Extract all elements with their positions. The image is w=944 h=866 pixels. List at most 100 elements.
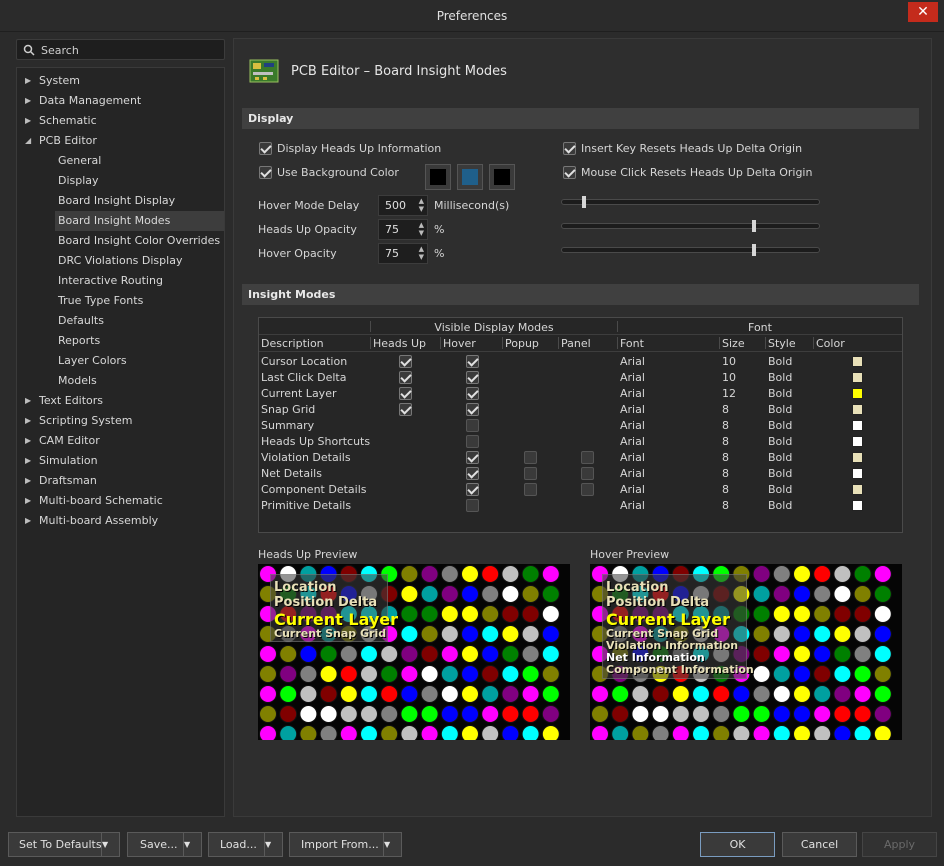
tree-item[interactable]: ▶ Multi-board Schematic <box>25 491 163 511</box>
mouse-click-resets-checkbox[interactable] <box>563 166 576 179</box>
slider-thumb[interactable] <box>751 244 756 256</box>
column-header[interactable]: Heads Up <box>373 337 426 350</box>
chevron-down-icon[interactable]: ▼ <box>383 833 401 856</box>
column-header[interactable]: Size <box>722 337 745 350</box>
tree-item[interactable]: True Type Fonts <box>58 291 143 311</box>
tree-item[interactable]: Board Insight Display <box>58 191 175 211</box>
color-swatch[interactable] <box>852 436 863 447</box>
table-row[interactable]: Primitive Details Arial 8 Bold <box>259 498 902 514</box>
hover-delay-stepper[interactable]: 500 ▲ ▼ <box>378 195 428 216</box>
color-swatch[interactable] <box>852 356 863 367</box>
table-row[interactable]: Snap Grid Arial 8 Bold <box>259 402 902 418</box>
column-header[interactable]: Panel <box>561 337 591 350</box>
tree-item[interactable]: ▶ Simulation <box>25 451 98 471</box>
color-swatch[interactable] <box>852 388 863 399</box>
chevron-right-icon[interactable]: ▶ <box>25 91 31 111</box>
column-header[interactable]: Color <box>816 337 845 350</box>
heads-up-opacity-stepper[interactable]: 75 ▲ ▼ <box>378 219 428 240</box>
tree-item[interactable]: DRC Violations Display <box>58 251 182 271</box>
stepper-arrows-icon[interactable]: ▲ ▼ <box>419 221 424 237</box>
color-swatch[interactable] <box>852 372 863 383</box>
table-row[interactable]: Violation Details Arial 8 Bold <box>259 450 902 466</box>
hover-checkbox[interactable] <box>466 419 479 432</box>
tree-item[interactable]: Layer Colors <box>58 351 127 371</box>
chevron-down-icon[interactable]: ▼ <box>264 833 282 856</box>
chevron-right-icon[interactable]: ▶ <box>25 411 31 431</box>
hover-checkbox[interactable] <box>466 435 479 448</box>
popup-checkbox[interactable] <box>524 483 537 496</box>
chevron-right-icon[interactable]: ▶ <box>25 111 31 131</box>
import-from-button[interactable]: Import From... ▼ <box>289 832 402 857</box>
stepper-arrows-icon[interactable]: ▲ ▼ <box>419 197 424 213</box>
set-to-defaults-button[interactable]: Set To Defaults ▼ <box>8 832 120 857</box>
color-swatch[interactable] <box>852 484 863 495</box>
tree-item[interactable]: ◢ PCB Editor <box>25 131 97 151</box>
chevron-right-icon[interactable]: ▶ <box>25 391 31 411</box>
load-button[interactable]: Load... ▼ <box>208 832 283 857</box>
bg-color-swatch-2[interactable] <box>457 164 483 190</box>
hover-checkbox[interactable] <box>466 355 479 368</box>
tree-item[interactable]: ▶ Data Management <box>25 91 141 111</box>
tree-item[interactable]: Display <box>58 171 99 191</box>
hover-opacity-slider[interactable] <box>561 244 820 256</box>
panel-checkbox[interactable] <box>581 451 594 464</box>
tree-item[interactable]: ▶ Multi-board Assembly <box>25 511 158 531</box>
cancel-button[interactable]: Cancel <box>782 832 857 857</box>
chevron-right-icon[interactable]: ▶ <box>25 471 31 491</box>
heads-up-checkbox[interactable] <box>399 387 412 400</box>
column-header[interactable]: Font <box>620 337 644 350</box>
heads-up-checkbox[interactable] <box>399 371 412 384</box>
tree-item[interactable]: Models <box>58 371 97 391</box>
panel-checkbox[interactable] <box>581 483 594 496</box>
chevron-right-icon[interactable]: ▶ <box>25 451 31 471</box>
column-header[interactable]: Popup <box>505 337 539 350</box>
insert-key-resets-checkbox[interactable] <box>563 142 576 155</box>
stepper-arrows-icon[interactable]: ▲ ▼ <box>419 245 424 261</box>
tree-item[interactable]: Reports <box>58 331 100 351</box>
tree-item[interactable]: ▶ Schematic <box>25 111 97 131</box>
hover-checkbox[interactable] <box>466 483 479 496</box>
table-row[interactable]: Heads Up Shortcuts Arial 8 Bold <box>259 434 902 450</box>
table-row[interactable]: Last Click Delta Arial 10 Bold <box>259 370 902 386</box>
table-row[interactable]: Summary Arial 8 Bold <box>259 418 902 434</box>
heads-up-info-checkbox[interactable] <box>259 142 272 155</box>
table-row[interactable]: Current Layer Arial 12 Bold <box>259 386 902 402</box>
chevron-right-icon[interactable]: ▶ <box>25 491 31 511</box>
slider-thumb[interactable] <box>582 196 587 208</box>
heads-up-opacity-slider[interactable] <box>561 220 820 232</box>
column-header[interactable]: Style <box>768 337 796 350</box>
ok-button[interactable]: OK <box>700 832 775 857</box>
tree-item[interactable]: ▶ Scripting System <box>25 411 132 431</box>
column-header[interactable]: Description <box>261 337 324 350</box>
hover-opacity-stepper[interactable]: 75 ▲ ▼ <box>378 243 428 264</box>
hover-checkbox[interactable] <box>466 467 479 480</box>
close-button[interactable]: ✕ <box>908 2 938 22</box>
tree-item[interactable]: ▶ CAM Editor <box>25 431 100 451</box>
color-swatch[interactable] <box>852 452 863 463</box>
chevron-right-icon[interactable]: ▶ <box>25 511 31 531</box>
hover-checkbox[interactable] <box>466 499 479 512</box>
tree-item[interactable]: Interactive Routing <box>58 271 163 291</box>
table-row[interactable]: Net Details Arial 8 Bold <box>259 466 902 482</box>
column-header[interactable]: Hover <box>443 337 476 350</box>
color-swatch[interactable] <box>852 404 863 415</box>
hover-checkbox[interactable] <box>466 371 479 384</box>
tree-item[interactable]: General <box>58 151 101 171</box>
color-swatch[interactable] <box>852 500 863 511</box>
slider-thumb[interactable] <box>751 220 756 232</box>
hover-delay-slider[interactable] <box>561 196 820 208</box>
tree-item[interactable]: ▶ Text Editors <box>25 391 103 411</box>
heads-up-checkbox[interactable] <box>399 355 412 368</box>
tree-item[interactable]: Board Insight Modes <box>55 211 224 231</box>
panel-checkbox[interactable] <box>581 467 594 480</box>
search-input[interactable]: Search <box>16 39 225 60</box>
tree-item[interactable]: Board Insight Color Overrides <box>58 231 220 251</box>
save-button[interactable]: Save... ▼ <box>127 832 202 857</box>
popup-checkbox[interactable] <box>524 467 537 480</box>
tree-item[interactable]: ▶ Draftsman <box>25 471 97 491</box>
hover-checkbox[interactable] <box>466 451 479 464</box>
table-row[interactable]: Component Details Arial 8 Bold <box>259 482 902 498</box>
apply-button[interactable]: Apply <box>862 832 937 857</box>
tree-item[interactable]: ▶ System <box>25 71 80 91</box>
bg-color-swatch-1[interactable] <box>425 164 451 190</box>
